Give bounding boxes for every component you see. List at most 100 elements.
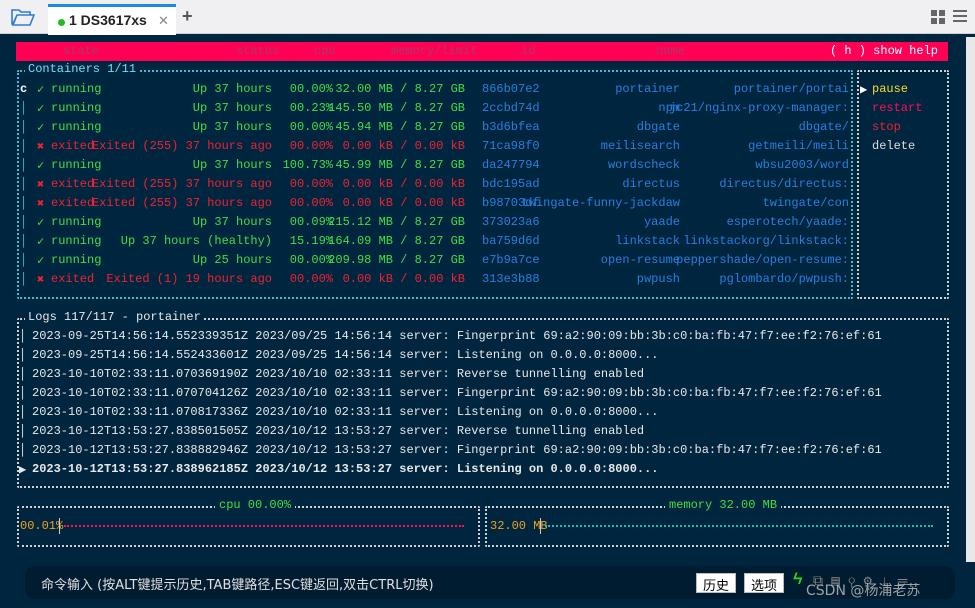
memory-cell: 32.00 MB / 8.27 GB: [335, 82, 465, 96]
container-row[interactable]: │ ✓ running Up 37 hours 00.23% 145.50 MB / 8.…: [0, 101, 860, 117]
container-row[interactable]: │ ✖ exited Exited (255) 37 hours ago 00.00% 0…: [0, 177, 860, 193]
cross-icon: ✖: [37, 273, 45, 287]
cpu-cell: 100.73%: [282, 158, 333, 172]
history-button[interactable]: 历史: [696, 573, 737, 594]
cpu-cell: 00.00%: [289, 82, 333, 96]
close-tab-icon[interactable]: ✕: [158, 13, 169, 29]
action-delete[interactable]: delete: [872, 139, 915, 153]
check-icon: ✓: [37, 235, 45, 249]
lightning-icon[interactable]: ϟ: [793, 571, 803, 589]
tab-ds3617xs[interactable]: 1 DS3617xs ✕: [48, 4, 176, 35]
container-row[interactable]: │ ✓ running Up 25 hours 00.00% 209.98 MB / 8.…: [0, 253, 860, 269]
cpu-value: 00.01%: [20, 519, 64, 533]
header-name[interactable]: name: [656, 44, 685, 58]
cpu-cell: 00.00%: [289, 120, 333, 134]
state-cell: running: [51, 158, 102, 172]
image-cell: peppershade/open-resume:: [676, 253, 849, 267]
image-cell: pglombardo/pwpush:: [719, 272, 849, 286]
id-cell: 373023a6: [482, 215, 540, 229]
name-cell: pwpush: [636, 272, 680, 286]
container-row[interactable]: │ ✓ running Up 37 hours (healthy) 15.19% 164.…: [0, 234, 860, 250]
check-icon: ✓: [37, 121, 45, 135]
name-cell: yaade: [643, 215, 680, 229]
memory-cell: 0.00 kB / 0.00 kB: [342, 272, 465, 286]
header-cpu[interactable]: cpu: [314, 44, 336, 58]
action-pause[interactable]: pause: [872, 82, 908, 96]
id-cell: 2ccbd74d: [482, 101, 540, 115]
container-row[interactable]: │ ✖ exited Exited (1) 19 hours ago 00.00% 0.0…: [0, 272, 860, 288]
folder-open-icon[interactable]: [11, 8, 35, 26]
show-help-hint: ( h ) show help: [829, 44, 938, 58]
container-row[interactable]: │ ✓ running Up 37 hours 00.09% 215.12 MB / 8.…: [0, 215, 860, 231]
name-cell: twingate-funny-jackdaw: [521, 196, 680, 210]
grid-layout-icon[interactable]: [931, 10, 945, 24]
check-icon: ✓: [37, 159, 45, 173]
menu-icon[interactable]: [953, 10, 967, 25]
header-status[interactable]: status: [236, 44, 279, 58]
image-cell: wbsu2003/word: [755, 158, 849, 172]
header-state[interactable]: state: [63, 44, 99, 58]
scrollbar[interactable]: [966, 37, 975, 562]
state-cell: running: [51, 253, 102, 267]
log-line[interactable]: 2023-10-12T13:53:27.838882946Z 2023/10/1…: [32, 443, 882, 457]
cpu-cell: 00.23%: [289, 101, 333, 115]
state-cell: running: [51, 234, 102, 248]
check-icon: ✓: [37, 216, 45, 230]
cpu-title: cpu 00.00%: [215, 498, 296, 512]
log-line[interactable]: 2023-09-25T14:56:14.552339351Z 2023/09/2…: [32, 329, 882, 343]
cross-icon: ✖: [37, 178, 45, 192]
action-restart[interactable]: restart: [872, 101, 922, 115]
state-cell: exited: [51, 139, 95, 153]
status-cell: Up 37 hours: [192, 215, 272, 229]
container-row[interactable]: │ ✖ exited Exited (255) 37 hours ago 00.00% 0…: [0, 139, 860, 155]
tab-bar: 1 DS3617xs ✕ +: [0, 0, 975, 35]
memory-cell: 0.00 kB / 0.00 kB: [342, 139, 465, 153]
name-cell: dbgate: [636, 120, 680, 134]
log-line[interactable]: 2023-10-12T13:53:27.838962185Z 2023/10/1…: [32, 462, 659, 476]
container-row[interactable]: │ ✖ exited Exited (255) 37 hours ago 00.00% 0…: [0, 196, 860, 212]
cpu-cell: 00.00%: [289, 177, 333, 191]
log-line[interactable]: 2023-10-12T13:53:27.838501505Z 2023/10/1…: [32, 424, 644, 438]
status-cell: Exited (1) 19 hours ago: [106, 272, 272, 286]
state-cell: exited: [51, 196, 95, 210]
memory-cell: 215.12 MB / 8.27 GB: [328, 215, 465, 229]
cpu-cell: 00.09%: [289, 215, 333, 229]
command-placeholder[interactable]: 命令输入 (按ALT键提示历史,TAB键路径,ESC键返回,双击CTRL切换): [41, 574, 434, 593]
action-stop[interactable]: stop: [872, 120, 901, 134]
container-row[interactable]: ✓ running Up 37 hours 00.00% 32.00 MB / 8.27…: [0, 82, 860, 98]
options-button[interactable]: 选项: [744, 573, 785, 594]
log-line[interactable]: 2023-10-10T02:33:11.070704126Z 2023/10/1…: [32, 386, 882, 400]
cpu-cell: 00.00%: [289, 253, 333, 267]
state-cell: exited: [51, 272, 95, 286]
container-row[interactable]: │ ✓ running Up 37 hours 00.00% 45.94 MB / 8.2…: [0, 120, 860, 136]
cross-icon: ✖: [37, 140, 45, 154]
cpu-cell: 00.00%: [289, 272, 333, 286]
id-cell: e7b9a7ce: [482, 253, 540, 267]
image-cell: esperotech/yaade:: [726, 215, 849, 229]
status-cell: Up 37 hours: [192, 158, 272, 172]
connected-status-icon: [58, 19, 65, 26]
container-row[interactable]: │ ✓ running Up 37 hours 100.73% 45.99 MB / 8.…: [0, 158, 860, 174]
header-memory[interactable]: memory/limit: [391, 44, 477, 58]
log-border: │: [19, 386, 27, 400]
memory-cell: 0.00 kB / 0.00 kB: [342, 196, 465, 210]
image-cell: dbgate/: [798, 120, 849, 134]
new-tab-button[interactable]: +: [182, 6, 193, 27]
id-cell: bdc195ad: [482, 177, 540, 191]
log-line[interactable]: 2023-10-10T02:33:11.070817336Z 2023/10/1…: [32, 405, 659, 419]
status-cell: Up 37 hours: [192, 101, 272, 115]
cpu-bar: [64, 525, 464, 527]
id-cell: 71ca98f0: [482, 139, 540, 153]
log-line[interactable]: 2023-10-10T02:33:11.070369190Z 2023/10/1…: [32, 367, 644, 381]
name-cell: linkstack: [615, 234, 680, 248]
name-cell: meilisearch: [600, 139, 680, 153]
state-cell: exited: [51, 177, 95, 191]
log-line[interactable]: 2023-09-25T14:56:14.552433601Z 2023/09/2…: [32, 348, 659, 362]
log-border: │: [19, 443, 27, 457]
check-icon: ✓: [37, 83, 45, 97]
image-cell: directus/directus:: [719, 177, 849, 191]
memory-cell: 164.09 MB / 8.27 GB: [328, 234, 465, 248]
header-id[interactable]: id: [521, 44, 535, 58]
memory-bar: [545, 525, 933, 527]
cross-icon: ✖: [37, 197, 45, 211]
